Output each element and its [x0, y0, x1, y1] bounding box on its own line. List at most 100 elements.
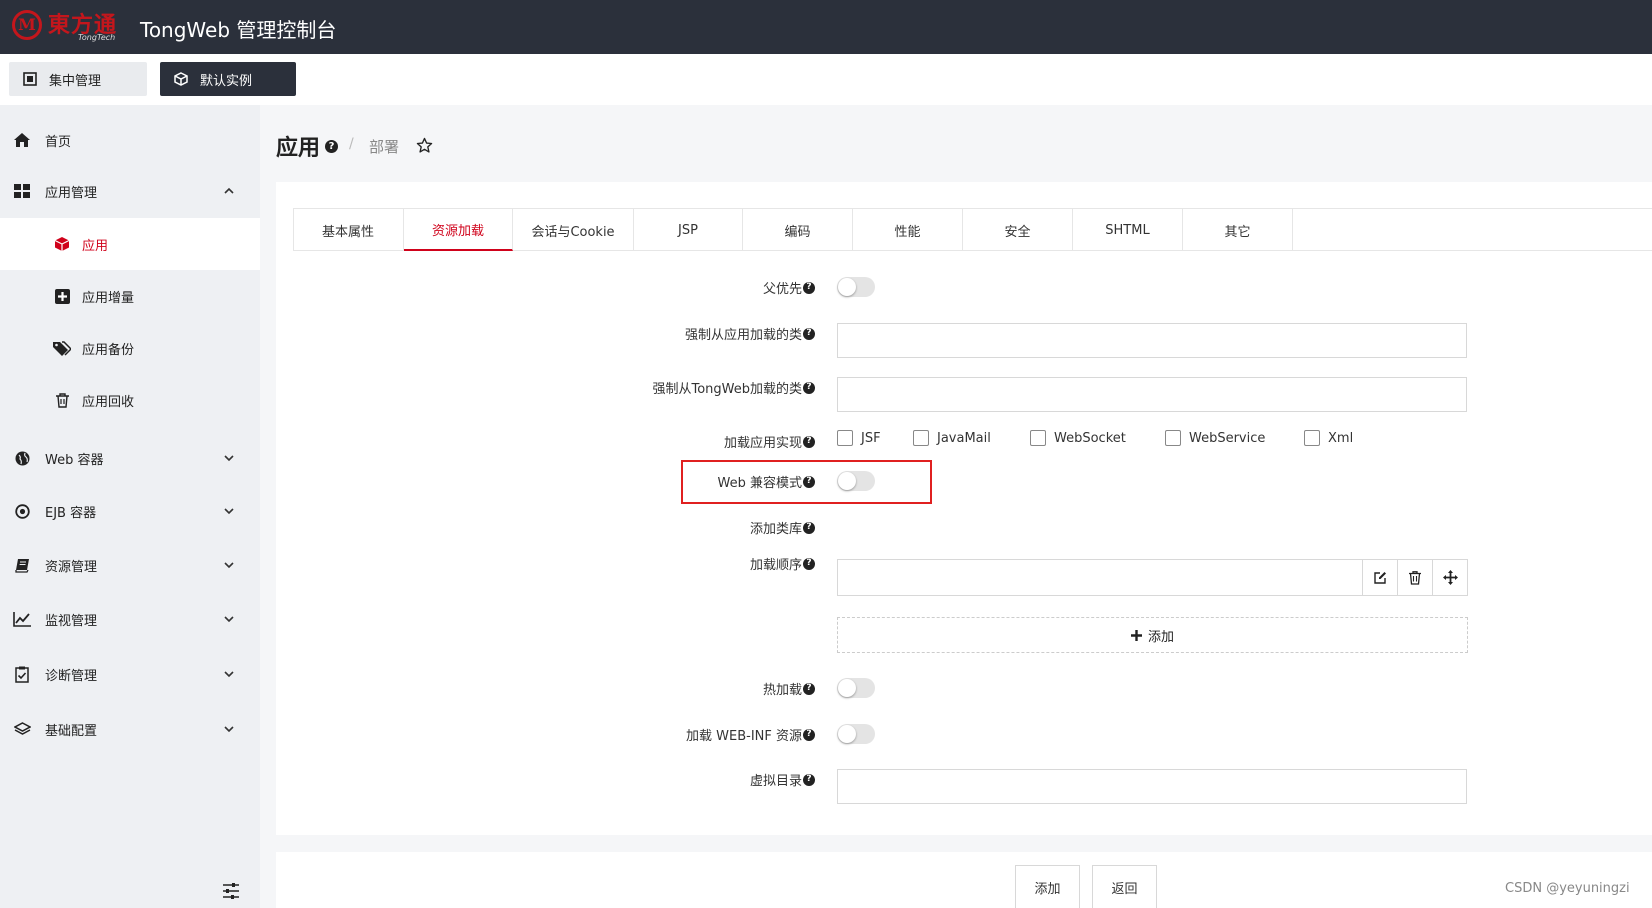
star-icon[interactable]: [416, 137, 433, 154]
question-icon[interactable]: ?: [803, 728, 815, 741]
web-compat-label: Web 兼容模式?: [718, 472, 815, 491]
question-icon[interactable]: ?: [803, 475, 815, 488]
sidebar-item-label: 诊断管理: [45, 668, 98, 684]
add-order-button[interactable]: 添加: [837, 617, 1468, 653]
sidebar-item-label: 首页: [45, 134, 72, 150]
breadcrumb: 部署: [369, 138, 400, 156]
frame-icon: [23, 72, 37, 86]
sidebar-item-app-increment[interactable]: 应用增量: [0, 270, 260, 322]
footer-panel: [276, 852, 1652, 908]
sidebar-item-home[interactable]: 首页: [0, 116, 260, 164]
force-tongweb-classes-input[interactable]: [837, 377, 1467, 412]
web-compat-toggle[interactable]: [837, 471, 875, 491]
sidebar-item-app-recycle[interactable]: 应用回收: [0, 374, 260, 426]
back-button[interactable]: 返回: [1092, 865, 1157, 908]
field-label: 加载顺序: [749, 558, 802, 573]
sidebar-item-monitor-management[interactable]: 监视管理: [0, 595, 260, 643]
logo-subtext: TongTech: [78, 33, 116, 42]
hot-reload-label: 热加载?: [763, 679, 815, 698]
field-label: 热加载: [762, 683, 802, 698]
force-app-classes-input[interactable]: [837, 323, 1467, 358]
line-chart-icon: [12, 609, 32, 629]
add-order-label: 添加: [1147, 629, 1174, 645]
checkbox-box[interactable]: [913, 430, 929, 446]
tab-label: SHTML: [1105, 222, 1150, 238]
watermark: CSDN @yeyuningzi: [1505, 881, 1630, 896]
central-management-label: 集中管理: [49, 73, 102, 89]
sidebar-item-resource-management[interactable]: 资源管理: [0, 541, 260, 589]
checkbox-box[interactable]: [1304, 430, 1320, 446]
central-management-button[interactable]: 集中管理: [9, 62, 147, 96]
tab-label: 安全: [1004, 224, 1031, 240]
field-label: 加载应用实现: [723, 436, 802, 451]
checkbox-box[interactable]: [1030, 430, 1046, 446]
edit-icon: [1374, 571, 1386, 584]
checkbox-label: JSF: [861, 430, 881, 446]
question-icon[interactable]: ?: [803, 435, 815, 448]
tab-label: 性能: [894, 224, 921, 240]
force-tongweb-classes-label: 强制从TongWeb加载的类?: [652, 378, 815, 397]
parent-first-toggle[interactable]: [837, 277, 875, 297]
sidebar-item-label: 资源管理: [45, 559, 98, 575]
delete-button[interactable]: [1397, 560, 1432, 595]
question-icon[interactable]: ?: [803, 381, 815, 394]
question-icon[interactable]: ?: [803, 557, 815, 570]
virtual-dir-input[interactable]: [837, 769, 1467, 804]
tab-resource-loading[interactable]: 资源加载: [404, 209, 513, 251]
websocket-checkbox[interactable]: WebSocket: [1030, 430, 1126, 446]
checkbox-box[interactable]: [1165, 430, 1181, 446]
field-label: 加载 WEB-INF 资源: [686, 729, 802, 744]
tab-security[interactable]: 安全: [963, 209, 1073, 251]
tab-performance[interactable]: 性能: [853, 209, 963, 251]
chevron-down-icon: [224, 671, 234, 678]
javamail-checkbox[interactable]: JavaMail: [913, 430, 991, 446]
question-icon[interactable]: ?: [803, 682, 815, 695]
xml-checkbox[interactable]: Xml: [1304, 430, 1353, 446]
default-instance-button[interactable]: 默认实例: [160, 62, 296, 96]
logo-mark: M: [12, 10, 42, 40]
add-button[interactable]: 添加: [1015, 865, 1080, 908]
tab-label: 编码: [784, 224, 811, 240]
sliders-icon[interactable]: [222, 882, 240, 900]
hot-reload-toggle[interactable]: [837, 678, 875, 698]
sidebar-item-label: EJB 容器: [45, 505, 97, 521]
sidebar-item-basic-config[interactable]: 基础配置: [0, 705, 260, 753]
tab-other[interactable]: 其它: [1183, 209, 1293, 251]
sidebar-item-ejb-container[interactable]: EJB 容器: [0, 487, 260, 535]
dot-circle-icon: [12, 501, 32, 521]
clipboard-check-icon: [12, 664, 32, 684]
tab-basic-properties[interactable]: 基本属性: [293, 209, 404, 251]
sidebar-item-label: 基础配置: [45, 723, 98, 739]
load-webinf-label: 加载 WEB-INF 资源?: [686, 725, 815, 744]
question-icon[interactable]: ?: [803, 521, 815, 534]
webservice-checkbox[interactable]: WebService: [1165, 430, 1265, 446]
field-label: 虚拟目录: [749, 774, 802, 789]
sidebar-item-app[interactable]: 应用: [0, 218, 260, 270]
sidebar-item-web-container[interactable]: Web 容器: [0, 434, 260, 482]
sidebar-item-diagnostic-management[interactable]: 诊断管理: [0, 650, 260, 698]
question-icon[interactable]: ?: [803, 281, 815, 294]
sidebar-item-app-management[interactable]: 应用管理: [0, 167, 260, 215]
edit-button[interactable]: [1362, 560, 1397, 595]
question-icon[interactable]: ?: [803, 773, 815, 786]
chevron-down-icon: [224, 562, 234, 569]
tab-encoding[interactable]: 编码: [743, 209, 853, 251]
load-webinf-toggle[interactable]: [837, 724, 875, 744]
field-label: 添加类库: [749, 522, 802, 537]
checkbox-box[interactable]: [837, 430, 853, 446]
jsf-checkbox[interactable]: JSF: [837, 430, 881, 446]
move-button[interactable]: [1432, 560, 1467, 595]
sidebar-item-app-backup[interactable]: 应用备份: [0, 322, 260, 374]
load-order-field[interactable]: [837, 559, 1468, 596]
chevron-down-icon: [224, 726, 234, 733]
tongtech-logo[interactable]: M 東方通 TongTech: [10, 6, 128, 48]
question-icon[interactable]: ?: [803, 327, 815, 340]
question-icon[interactable]: ?: [325, 140, 338, 153]
tab-label: 资源加载: [431, 223, 484, 239]
tab-shtml[interactable]: SHTML: [1073, 209, 1183, 251]
checkbox-label: JavaMail: [937, 430, 991, 446]
grid-icon: [12, 181, 32, 201]
default-instance-label: 默认实例: [200, 73, 253, 89]
tab-session-cookie[interactable]: 会话与Cookie: [513, 209, 634, 251]
tab-jsp[interactable]: JSP: [634, 209, 743, 251]
